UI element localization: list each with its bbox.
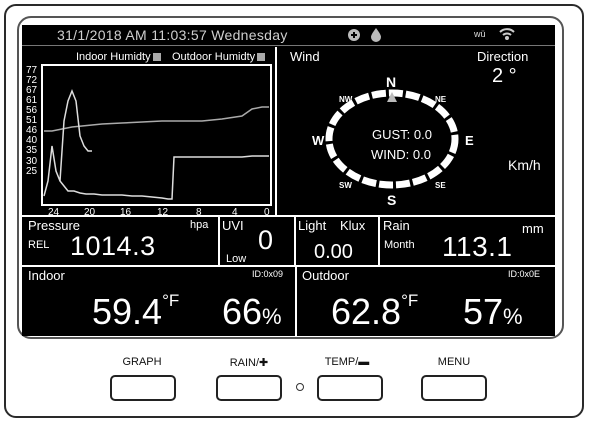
compass-w: W <box>312 133 325 148</box>
outdoor-humidity-line <box>43 145 269 200</box>
divider <box>22 265 555 267</box>
y-tick: 25 <box>26 166 38 177</box>
compass-sw: SW <box>339 181 352 190</box>
outdoor-humidity-unit: % <box>503 304 523 329</box>
rain-period: Month <box>384 239 415 251</box>
light-unit: Klux <box>340 218 366 233</box>
graph-button[interactable] <box>110 375 176 401</box>
compass-ne: NE <box>435 95 447 104</box>
legend-indoor-swatch <box>152 53 161 62</box>
menu-button-label: MENU <box>437 356 471 368</box>
wifi-icon <box>498 26 516 46</box>
indoor-temp-unit: °F <box>162 291 180 310</box>
indoor-humidity: 66% <box>222 291 282 333</box>
uvi-level: Low <box>226 253 247 265</box>
wind-speed-value: 0.0 <box>412 147 431 162</box>
outdoor-label: Outdoor <box>302 268 349 283</box>
pressure-value: 1014.3 <box>70 231 156 261</box>
divider <box>295 267 297 336</box>
graph-frame <box>41 64 272 206</box>
signal-icon: wü <box>474 29 486 39</box>
divider <box>218 217 220 265</box>
outdoor-temp-value: 62.8 <box>331 291 402 332</box>
indoor-humidity-unit: % <box>262 304 282 329</box>
outdoor-temp-unit: °F <box>401 291 419 310</box>
compass-nw: NW <box>339 95 353 104</box>
gust-value: 0.0 <box>413 127 432 142</box>
wind-speed-label: WIND: <box>371 147 410 162</box>
outdoor-temperature: 62.8°F <box>331 291 418 333</box>
menu-button[interactable] <box>421 375 487 401</box>
compass-e: E <box>465 133 474 148</box>
indoor-id: ID:0x09 <box>252 269 284 279</box>
direction-value: 2 ° <box>492 65 517 87</box>
indoor-temp-value: 59.4 <box>92 291 163 332</box>
datetime-display: 31/1/2018 AM 11:03:57 Wednesday <box>57 27 288 43</box>
y-tick: 35 <box>26 145 38 156</box>
compass-n: N <box>386 74 396 90</box>
pressure-unit: hpa <box>190 219 209 231</box>
rain-plus-button[interactable] <box>216 375 282 401</box>
divider <box>294 217 296 265</box>
indoor-label: Indoor <box>28 268 65 283</box>
lcd-screen: 31/1/2018 AM 11:03:57 Wednesday wü Indoo… <box>22 25 555 336</box>
weather-icon <box>347 28 361 47</box>
reset-pinhole[interactable] <box>296 383 304 391</box>
rain-value: 113.1 <box>442 231 513 262</box>
divider <box>275 47 277 215</box>
light-label: Light <box>298 218 327 233</box>
wind-label: Wind <box>290 49 320 64</box>
graph-button-label: GRAPH <box>122 356 162 368</box>
pressure-mode: REL <box>28 239 50 251</box>
indoor-temperature: 59.4°F <box>92 291 179 333</box>
rain-unit: mm <box>522 221 544 236</box>
rain-button-label: RAIN/✚ <box>229 357 269 369</box>
divider <box>22 215 555 217</box>
outdoor-id: ID:0x0E <box>508 269 541 279</box>
legend-outdoor-swatch <box>257 53 266 62</box>
temp-button-label: TEMP/▬ <box>324 356 370 368</box>
rain-label: Rain <box>383 218 410 233</box>
light-value: 0.00 <box>314 241 353 263</box>
divider <box>378 217 380 265</box>
temp-minus-button[interactable] <box>317 375 383 401</box>
outdoor-humidity: 57% <box>463 291 523 333</box>
uvi-label: UVI <box>222 218 244 233</box>
outdoor-humidity-value: 57 <box>463 291 504 332</box>
indoor-humidity-value: 66 <box>222 291 263 332</box>
wind-unit: Km/h <box>508 157 541 173</box>
direction-label: Direction <box>477 49 529 64</box>
sun-icon <box>369 27 383 47</box>
wind-readout: WIND: 0.0 <box>371 147 431 162</box>
gust-readout: GUST: 0.0 <box>372 127 432 142</box>
compass-s: S <box>387 192 396 208</box>
gust-label: GUST: <box>372 127 411 142</box>
compass-se: SE <box>435 181 446 190</box>
humidity-graph: 77 72 67 61 56 51 46 40 35 30 25 24 20 1… <box>26 64 272 216</box>
uvi-value: 0 <box>258 225 274 255</box>
